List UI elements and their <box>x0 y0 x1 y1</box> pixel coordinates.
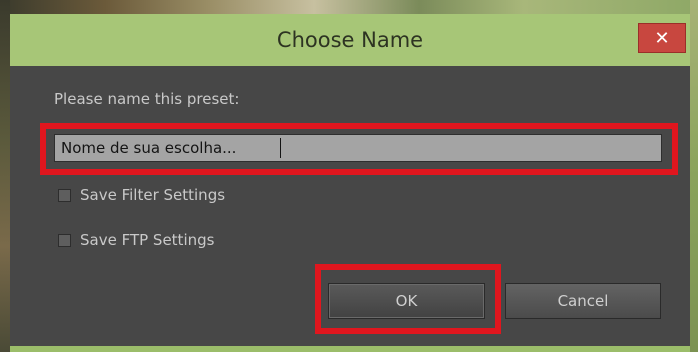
ok-button[interactable]: OK <box>328 283 485 319</box>
save-ftp-settings-label: Save FTP Settings <box>80 231 215 249</box>
background-strip <box>0 0 698 14</box>
dialog-body: Please name this preset: Save Filter Set… <box>10 66 690 346</box>
text-caret <box>280 138 281 158</box>
close-icon: ✕ <box>654 27 670 49</box>
dialog-title: Choose Name <box>276 28 424 52</box>
dialog-titlebar: Choose Name ✕ <box>10 14 690 66</box>
save-ftp-settings-checkbox[interactable] <box>58 233 71 247</box>
screenshot-frame: Choose Name ✕ Please name this preset: S… <box>0 0 698 352</box>
background-right-edge <box>690 0 698 352</box>
save-ftp-settings-option[interactable]: Save FTP Settings <box>58 231 214 249</box>
background-left-edge <box>0 0 10 352</box>
close-button[interactable]: ✕ <box>638 23 686 53</box>
save-filter-settings-label: Save Filter Settings <box>80 186 226 204</box>
preset-name-input[interactable] <box>54 134 662 162</box>
preset-name-prompt: Please name this preset: <box>54 90 240 108</box>
save-filter-settings-option[interactable]: Save Filter Settings <box>58 186 225 204</box>
cancel-button[interactable]: Cancel <box>505 283 661 319</box>
save-filter-settings-checkbox[interactable] <box>58 188 71 202</box>
